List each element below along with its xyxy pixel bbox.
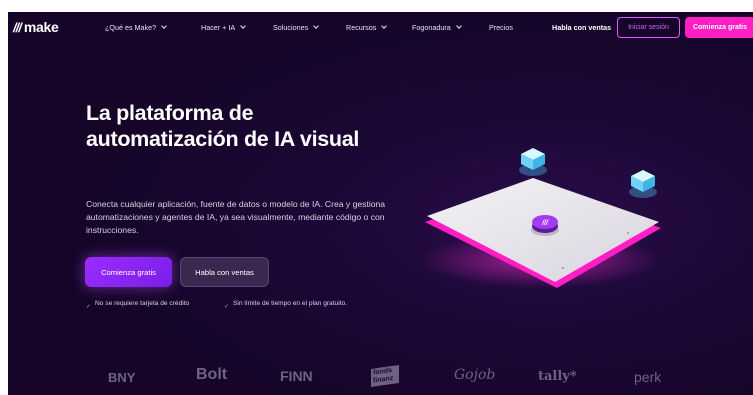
nav-item-soluciones[interactable]: Soluciones	[273, 23, 320, 32]
nav-item-label: Hacer + IA	[201, 23, 236, 32]
nav-item-label: ¿Qué es Make?	[105, 23, 157, 32]
customer-logos: BNY Bolt FINN fonds finanz Gojob tally* …	[8, 364, 753, 394]
page-frame: /// make ¿Qué es Make? Hacer + IA Soluci…	[8, 12, 753, 395]
nav-item-fogonadura[interactable]: Fogonadura	[412, 23, 462, 32]
slab-dot	[627, 232, 629, 234]
start-free-button[interactable]: Comienza gratis	[85, 257, 172, 287]
chevron-down-icon	[161, 23, 167, 29]
hero-title: La plataforma de automatización de IA vi…	[86, 101, 360, 151]
check-icon: ✓	[86, 304, 92, 310]
platform-illustration: ///	[420, 148, 661, 288]
logo-finn: FINN	[280, 368, 313, 384]
perk-no-card: ✓ No se requiere tarjeta de crédito	[86, 299, 196, 312]
hero-subtitle: Conecta cualquier aplicación, fuente de …	[86, 199, 386, 235]
logo-bolt: Bolt	[196, 366, 228, 383]
perk-text: Sin límite de tiempo en el plan gratuito…	[233, 300, 348, 307]
nav-item-recursos[interactable]: Recursos	[346, 23, 388, 32]
logo-fonds-finanz: fonds finanz	[371, 365, 399, 387]
chevron-down-icon	[313, 23, 320, 29]
nav-item-label: Precios	[489, 23, 513, 32]
nav-sales-link[interactable]: Habla con ventas	[552, 23, 611, 32]
chevron-down-icon	[381, 23, 388, 29]
talk-to-sales-button[interactable]: Habla con ventas	[180, 257, 269, 287]
slab-dot	[562, 267, 564, 269]
chevron-down-icon	[455, 23, 462, 29]
nav-item-label: Fogonadura	[412, 23, 451, 32]
make-logo[interactable]: /// make	[13, 19, 59, 35]
perk-text: No se requiere tarjeta de crédito	[95, 300, 190, 307]
chevron-down-icon	[240, 23, 246, 29]
check-icon: ✓	[224, 304, 230, 310]
make-logo-text: make	[23, 19, 59, 35]
logo-gojob: Gojob	[454, 367, 496, 383]
logo-bny: BNY	[108, 370, 136, 385]
make-badge-icon: ///	[541, 220, 549, 227]
floating-cube-icon	[629, 170, 657, 198]
login-button[interactable]: Iniciar sesión	[617, 17, 680, 38]
start-free-nav-button[interactable]: Comienza gratis	[685, 17, 753, 38]
top-nav: /// make ¿Qué es Make? Hacer + IA Soluci…	[8, 12, 753, 44]
nav-item-label: Recursos	[346, 23, 377, 32]
nav-item-que-es-make[interactable]: ¿Qué es Make?	[105, 23, 167, 32]
perk-no-time-limit: ✓ Sin límite de tiempo en el plan gratui…	[224, 299, 359, 312]
nav-item-label: Soluciones	[273, 23, 309, 32]
logo-tally: tally*	[538, 369, 577, 384]
floating-cube-icon	[519, 148, 547, 176]
nav-item-precios[interactable]: Precios	[489, 23, 513, 32]
nav-item-hacer-ia[interactable]: Hacer + IA	[201, 23, 246, 32]
make-logo-mark: ///	[13, 19, 22, 35]
logo-perk: perk	[634, 369, 662, 385]
